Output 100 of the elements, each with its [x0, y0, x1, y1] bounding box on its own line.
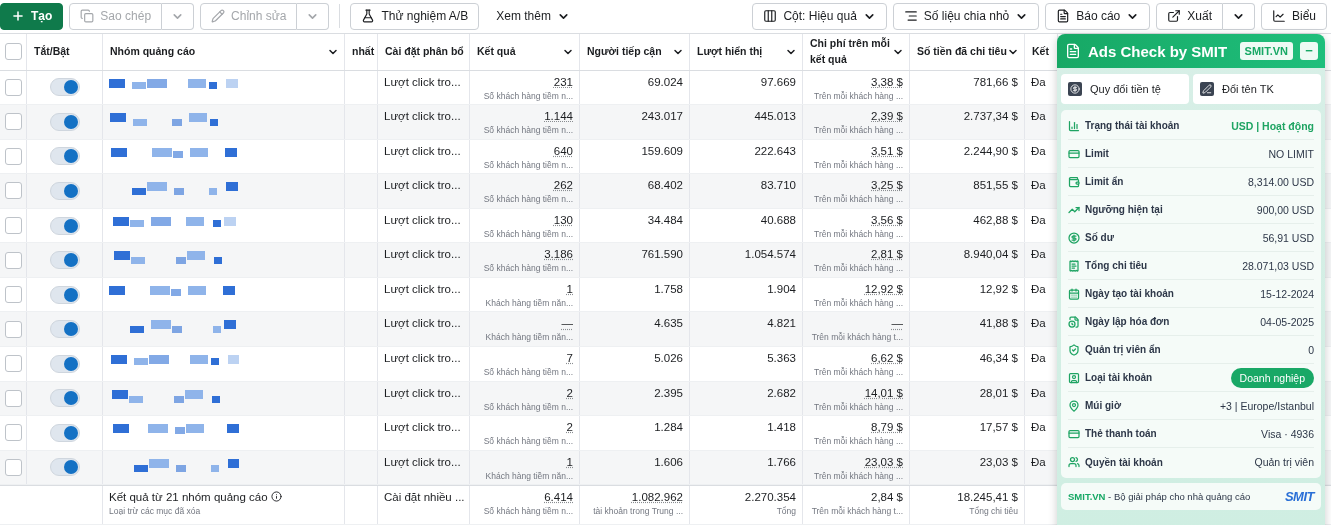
table-cell: Đa [1031, 144, 1046, 157]
toolbar-button[interactable]: Báo cáo [1045, 2, 1151, 30]
toolbar-button[interactable]: Xuất [1156, 2, 1223, 30]
column-header[interactable]: Người tiếp cận [587, 44, 662, 60]
table-cell: 69.024 [647, 75, 683, 88]
toggle-switch[interactable] [49, 458, 80, 477]
toggle-switch[interactable] [49, 112, 80, 131]
currency-icon [1068, 82, 1082, 96]
cell-note: Trên mỗi khách hàng ... [814, 470, 903, 481]
bars-icon [903, 9, 918, 24]
table-cell: 40.688 [760, 213, 796, 226]
table-cell: 231 [553, 75, 573, 88]
toggle-switch[interactable] [49, 354, 80, 373]
checkbox[interactable] [4, 389, 22, 407]
column-header[interactable]: Kết quả [477, 44, 516, 60]
summary-note: Loại trừ các mục đã xóa [109, 506, 201, 517]
toggle-switch[interactable] [49, 251, 80, 270]
toggle-switch[interactable] [49, 78, 80, 97]
action-button[interactable]: Đổi tên TK [1193, 74, 1321, 104]
table-cell: 1.758 [654, 282, 683, 295]
table-cell: Đa [1031, 352, 1046, 364]
toolbar-button[interactable]: Tạo [0, 2, 64, 30]
table-cell: 5.026 [654, 352, 683, 364]
toggle-switch[interactable] [49, 147, 80, 166]
cell-note: Số khách hàng tiềm n... [483, 436, 573, 447]
checkbox[interactable] [4, 424, 22, 442]
cell-note: Trên mỗi khách hàng ... [814, 159, 903, 170]
column-header[interactable]: Kết [1032, 44, 1049, 60]
action-button[interactable]: Quy đổi tiền tệ [1061, 74, 1189, 104]
toolbar-button[interactable]: Thử nghiệm A/B [350, 2, 480, 30]
column-header[interactable]: Chi phí trên mỗi kết quả [810, 36, 892, 67]
table-cell: 445.013 [754, 110, 796, 123]
account-type-badge: Doanh nghiệp [1230, 367, 1314, 388]
column-header[interactable]: Số tiền đã chi tiêu [917, 44, 1007, 60]
table-cell: — [891, 317, 903, 330]
table-cell: 1 [566, 282, 573, 295]
plus-icon [11, 9, 25, 24]
checkbox[interactable] [4, 78, 22, 96]
checkbox[interactable] [4, 320, 22, 338]
checkbox[interactable] [4, 355, 22, 373]
table-cell: 97.669 [760, 75, 796, 88]
cell-note: Trên mỗi khách hàng ... [814, 125, 903, 136]
table-cell: 2.737,34 $ [963, 110, 1018, 123]
info-label: Limit [1085, 148, 1110, 159]
checkbox[interactable] [4, 147, 22, 165]
column-header[interactable]: Nhóm quảng cáo [110, 44, 196, 60]
card-icon [1068, 427, 1080, 440]
panel-title: Ads Check by SMIT [1088, 42, 1229, 60]
table-cell: 12,92 $ [979, 282, 1018, 295]
document-icon [1068, 315, 1080, 328]
users-icon [1068, 456, 1080, 468]
table-cell: Lượt click tro... [384, 455, 461, 468]
table-cell: Lượt click tro... [384, 213, 461, 226]
toolbar-button[interactable]: Cột: Hiệu quả [752, 2, 887, 30]
info-label: Loại tài khoản [1085, 372, 1154, 383]
toggle-switch[interactable] [49, 285, 80, 304]
table-cell: 761.590 [641, 248, 683, 261]
column-header[interactable]: Lượt hiển thị [697, 44, 763, 60]
table-cell: 4.821 [767, 317, 796, 330]
table-cell: Lượt click tro... [384, 317, 461, 330]
checkbox[interactable] [4, 286, 22, 304]
column-header[interactable]: nhất [352, 44, 375, 60]
cell-note: Trên mỗi khách hàng ... [814, 263, 903, 274]
table-cell: 2 [566, 421, 573, 434]
table-cell: Đa [1031, 317, 1046, 330]
pen-icon [1200, 82, 1214, 96]
table-cell: 1.418 [767, 421, 796, 434]
table-cell: 3,56 $ [871, 213, 903, 226]
toggle-switch[interactable] [49, 216, 80, 235]
table-cell: 23,03 $ [864, 455, 903, 468]
toolbar-button[interactable]: Biểu [1260, 2, 1327, 30]
info-value: 56,91 USD [1262, 231, 1314, 244]
table-cell: 640 [553, 144, 573, 157]
checkbox[interactable] [4, 459, 22, 476]
cell-note: Số khách hàng tiềm n... [483, 194, 573, 205]
checkbox[interactable] [4, 43, 22, 61]
toggle-switch[interactable] [49, 320, 80, 339]
info-icon[interactable] [270, 491, 282, 503]
toggle-switch[interactable] [49, 389, 80, 408]
table-cell: 159.609 [641, 144, 683, 157]
checkbox[interactable] [4, 113, 22, 131]
info-label: Quyền tài khoản [1085, 456, 1164, 468]
toggle-switch[interactable] [49, 182, 80, 200]
cell-note: Khách hàng tiềm năn... [485, 332, 573, 343]
column-header[interactable]: Cài đặt phân bổ [385, 44, 464, 60]
wallet-icon [1068, 175, 1080, 188]
checkbox[interactable] [4, 251, 22, 269]
toolbar-button[interactable]: Số liệu chia nhỏ [892, 2, 1040, 30]
table-cell: 2.244,90 $ [963, 144, 1018, 157]
cell-note: Tổng [776, 506, 796, 517]
checkbox[interactable] [4, 217, 22, 235]
checkbox[interactable] [4, 182, 22, 200]
info-label: Ngày lập hóa đơn [1085, 316, 1171, 327]
table-cell: 2,81 $ [871, 248, 903, 261]
table-cell: Đa [1031, 213, 1046, 226]
table-cell: 8,79 $ [871, 421, 903, 434]
column-header[interactable]: Tắt/Bật [34, 44, 70, 60]
info-value: 04-05-2025 [1260, 315, 1314, 328]
toggle-switch[interactable] [49, 423, 80, 442]
cell-note: Số khách hàng tiềm n... [483, 228, 573, 239]
